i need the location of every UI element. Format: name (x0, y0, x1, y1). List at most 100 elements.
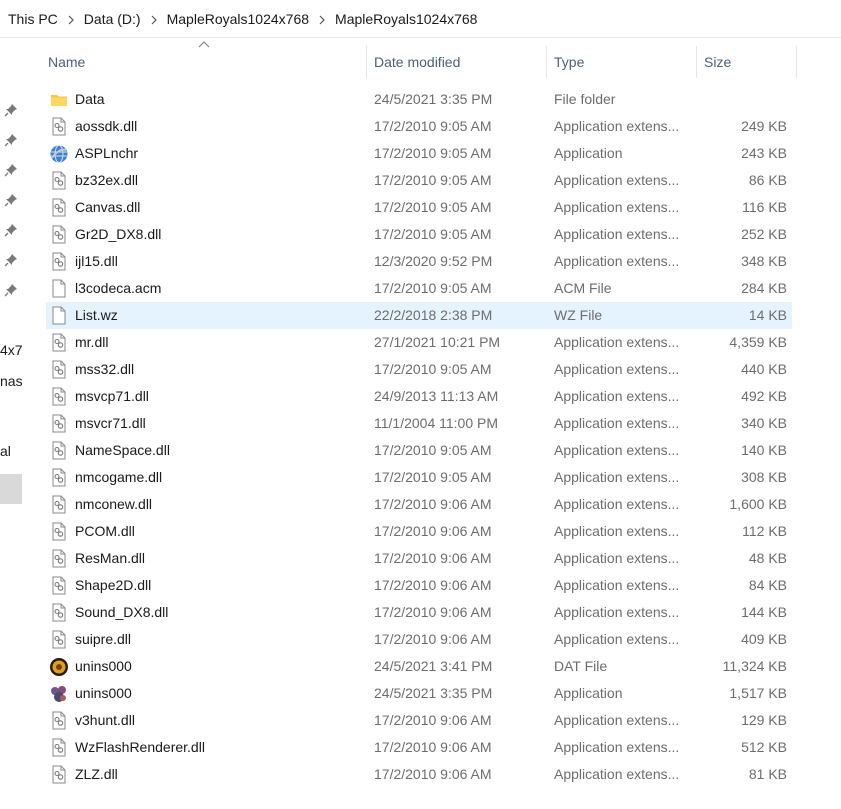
file-size: 86 KB (748, 172, 787, 188)
pin-icon[interactable] (4, 283, 18, 297)
breadcrumb-this-pc[interactable]: This PC (8, 11, 58, 27)
folder-icon (49, 86, 69, 113)
file-name: suipre.dll (75, 631, 132, 647)
pin-icon[interactable] (4, 223, 18, 237)
file-type: Application extens... (554, 577, 680, 593)
column-header-size[interactable]: Size (702, 46, 796, 78)
file-size: 308 KB (741, 469, 787, 485)
file-type: Application extens... (554, 442, 680, 458)
file-date-modified: 11/1/2004 11:00 PM (374, 415, 499, 431)
file-row[interactable]: mr.dll 27/1/2021 10:21 PM Application exte… (46, 329, 792, 356)
file-row[interactable]: v3hunt.dll 17/2/2010 9:06 AM Application e… (46, 707, 792, 734)
file-date-modified: 17/2/2010 9:06 AM (374, 577, 492, 593)
pin-icon[interactable] (4, 193, 18, 207)
chevron-right-icon[interactable] (141, 11, 167, 26)
nav-item-fragment[interactable]: al (0, 443, 11, 459)
column-divider[interactable] (696, 46, 697, 78)
file-row[interactable]: mss32.dll 17/2/2010 9:05 AM Application ex… (46, 356, 792, 383)
file-row[interactable]: NameSpace.dll 17/2/2010 9:05 AM Applicatio… (46, 437, 792, 464)
file-date-modified: 22/2/2018 2:38 PM (374, 307, 493, 323)
file-row[interactable]: msvcr71.dll 11/1/2004 11:00 PM Application… (46, 410, 792, 437)
file-size: 249 KB (741, 118, 787, 134)
file-row[interactable]: WzFlashRenderer.dll 17/2/2010 9:06 AM Appl… (46, 734, 792, 761)
file-row[interactable]: suipre.dll 17/2/2010 9:06 AM Application e… (46, 626, 792, 653)
file-row[interactable]: unins000 24/5/2021 3:35 PM Application 1,51… (46, 680, 792, 707)
file-size: 129 KB (741, 712, 787, 728)
column-divider[interactable] (796, 46, 797, 78)
file-size: 512 KB (741, 739, 787, 755)
file-type: Application extens... (554, 172, 680, 188)
file-type: ACM File (554, 280, 612, 296)
file-name: unins000 (75, 685, 132, 701)
file-list: Data 24/5/2021 3:35 PM File folder aossdk.d… (46, 86, 792, 788)
file-row[interactable]: l3codeca.acm 17/2/2010 9:05 AM ACM File 284… (46, 275, 792, 302)
breadcrumb-folder-parent[interactable]: MapleRoyals1024x768 (167, 11, 309, 27)
nav-item-fragment[interactable]: nas (0, 373, 22, 389)
file-row[interactable]: aossdk.dll 17/2/2010 9:05 AM Application e… (46, 113, 792, 140)
pin-icon[interactable] (4, 133, 18, 147)
column-header-name[interactable]: Name (46, 46, 366, 78)
file-row[interactable]: Shape2D.dll 17/2/2010 9:06 AM Application … (46, 572, 792, 599)
file-size: 112 KB (742, 523, 787, 539)
dll-file-icon (49, 383, 69, 410)
file-date-modified: 24/9/2013 11:13 AM (374, 388, 499, 404)
pin-icon[interactable] (4, 163, 18, 177)
file-name: ijl15.dll (75, 253, 118, 269)
file-name: mss32.dll (75, 361, 135, 377)
file-date-modified: 17/2/2010 9:05 AM (374, 199, 492, 215)
chevron-right-icon[interactable] (309, 11, 335, 26)
file-row[interactable]: unins000 24/5/2021 3:41 PM DAT File 11,324 … (46, 653, 792, 680)
pin-icon[interactable] (4, 103, 18, 117)
file-row[interactable]: ZLZ.dll 17/2/2010 9:06 AM Application exte… (46, 761, 792, 788)
file-row[interactable]: Sound_DX8.dll 17/2/2010 9:06 AM Applicatio… (46, 599, 792, 626)
file-name: NameSpace.dll (75, 442, 170, 458)
file-size: 4,359 KB (729, 334, 787, 350)
file-row[interactable]: bz32ex.dll 17/2/2010 9:05 AM Application e… (46, 167, 792, 194)
breadcrumb-data-drive[interactable]: Data (D:) (84, 11, 141, 27)
file-size: 48 KB (748, 550, 787, 566)
file-row[interactable]: ASPLnchr 17/2/2010 9:05 AM Application 243 … (46, 140, 792, 167)
file-type: Application extens... (554, 496, 680, 512)
file-row[interactable]: msvcp71.dll 24/9/2013 11:13 AM Application… (46, 383, 792, 410)
blank-file-icon (49, 302, 69, 329)
column-divider[interactable] (366, 46, 367, 78)
column-header-type[interactable]: Type (552, 46, 694, 78)
file-row[interactable]: ResMan.dll 17/2/2010 9:06 AM Application e… (46, 545, 792, 572)
file-row[interactable]: PCOM.dll 17/2/2010 9:06 AM Application ext… (46, 518, 792, 545)
file-row[interactable]: ijl15.dll 12/3/2020 9:52 PM Application ex… (46, 248, 792, 275)
file-date-modified: 17/2/2010 9:05 AM (374, 361, 492, 377)
nav-item-fragment[interactable]: 4x7 (0, 342, 22, 358)
dll-file-icon (49, 491, 69, 518)
file-type: Application extens... (554, 388, 680, 404)
dll-file-icon (49, 167, 69, 194)
dll-file-icon (49, 437, 69, 464)
file-name: Shape2D.dll (75, 577, 152, 593)
file-size: 14 KB (748, 307, 787, 323)
file-row[interactable]: List.wz 22/2/2018 2:38 PM WZ File 14 KB (46, 302, 792, 329)
breadcrumb-folder-current[interactable]: MapleRoyals1024x768 (335, 11, 477, 27)
file-date-modified: 27/1/2021 10:21 PM (374, 334, 501, 350)
dll-file-icon (49, 599, 69, 626)
file-name: Gr2D_DX8.dll (75, 226, 162, 242)
file-name: msvcp71.dll (75, 388, 149, 404)
nav-item-selected[interactable] (0, 474, 22, 504)
file-type: Application extens... (554, 631, 680, 647)
file-row[interactable]: Canvas.dll 17/2/2010 9:05 AM Application e… (46, 194, 792, 221)
file-row[interactable]: Data 24/5/2021 3:35 PM File folder (46, 86, 792, 113)
file-row[interactable]: nmconew.dll 17/2/2010 9:06 AM Application … (46, 491, 792, 518)
pin-icon[interactable] (4, 253, 18, 267)
file-size: 340 KB (741, 415, 787, 431)
file-row[interactable]: Gr2D_DX8.dll 17/2/2010 9:05 AM Application… (46, 221, 792, 248)
file-name: mr.dll (75, 334, 109, 350)
file-type: Application extens... (554, 712, 680, 728)
chevron-right-icon[interactable] (58, 11, 84, 26)
breadcrumb: This PC Data (D:) MapleRoyals1024x768 Ma… (0, 0, 841, 38)
file-size (696, 86, 787, 113)
column-header-date[interactable]: Date modified (372, 46, 546, 78)
file-date-modified: 17/2/2010 9:05 AM (374, 469, 492, 485)
file-date-modified: 17/2/2010 9:05 AM (374, 145, 492, 161)
file-row[interactable]: nmcogame.dll 17/2/2010 9:05 AM Application… (46, 464, 792, 491)
dll-file-icon (49, 221, 69, 248)
column-divider[interactable] (546, 46, 547, 78)
file-type: Application (554, 145, 623, 161)
